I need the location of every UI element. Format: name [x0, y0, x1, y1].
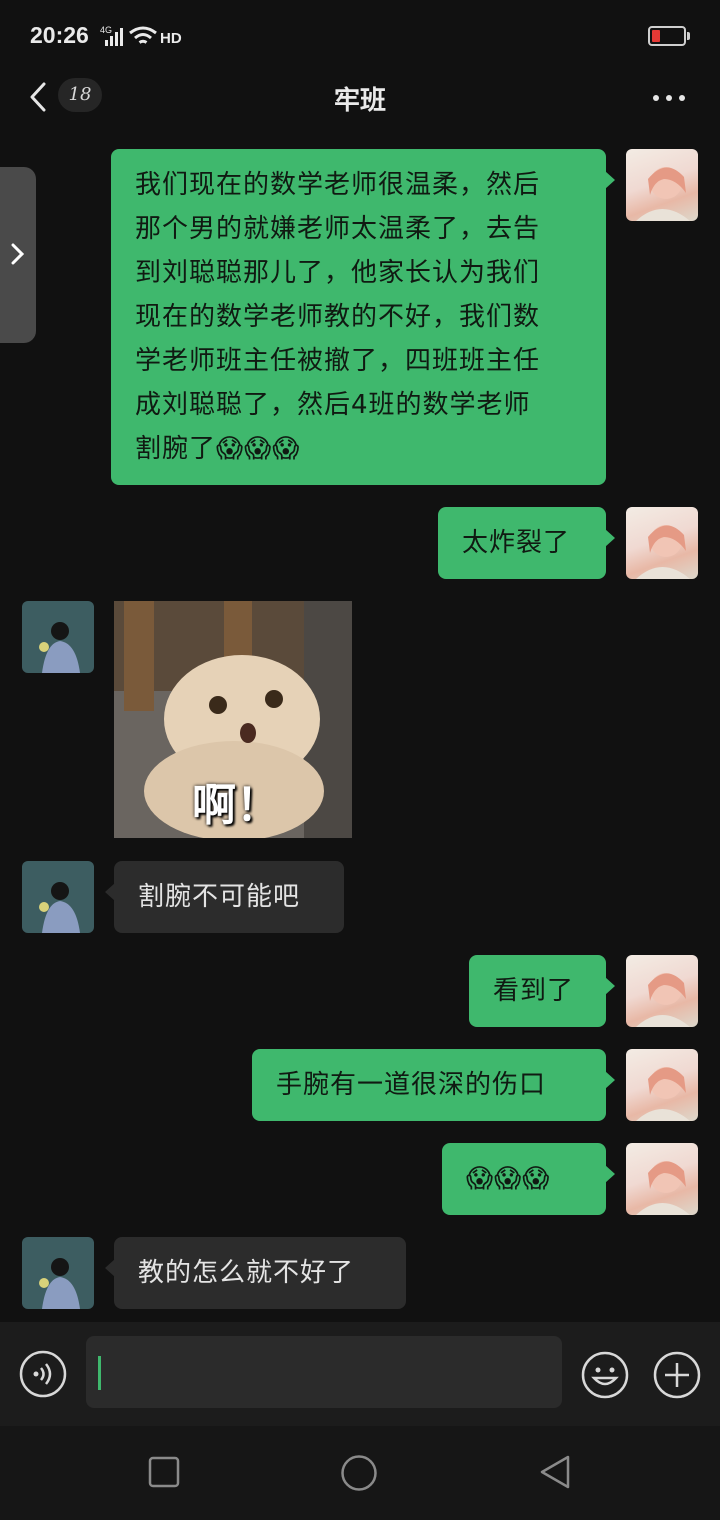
- message-bubble-friend[interactable]: 割腕不可能吧: [105, 861, 344, 933]
- plus-icon[interactable]: [652, 1350, 702, 1400]
- chevron-right-icon: [11, 243, 25, 265]
- status-bar: 20:26 4G HD: [0, 0, 720, 72]
- message-line: 我们现在的数学老师很温柔，然后: [135, 170, 541, 200]
- message-bubble-self[interactable]: 😱😱😱: [442, 1143, 615, 1215]
- message-text: 手腕有一道很深的伤口: [276, 1070, 547, 1100]
- message-bubble-self[interactable]: 我们现在的数学老师很温柔，然后 那个男的就嫌老师太温柔了，去告 到刘聪聪那儿了，…: [111, 149, 615, 485]
- status-time: 20:26: [30, 22, 89, 48]
- message-bubble-friend[interactable]: 教的怎么就不好了: [105, 1237, 406, 1309]
- voice-icon[interactable]: [19, 1350, 67, 1398]
- message-input[interactable]: [86, 1336, 562, 1408]
- friend-avatar[interactable]: [22, 601, 94, 673]
- message-line: 现在的数学老师教的不好，我们数: [135, 302, 541, 332]
- sticker-caption: 啊！: [192, 780, 280, 831]
- self-avatar[interactable]: [626, 507, 698, 579]
- unread-count-badge[interactable]: 18: [58, 78, 102, 112]
- emoji-icon[interactable]: [580, 1350, 630, 1400]
- friend-avatar[interactable]: [22, 1237, 94, 1309]
- message-text: 教的怎么就不好了: [138, 1258, 355, 1288]
- text-cursor: [98, 1356, 101, 1390]
- scared-cat-sticker[interactable]: 啊！: [114, 601, 352, 838]
- self-avatar[interactable]: [626, 955, 698, 1027]
- self-avatar[interactable]: [626, 149, 698, 221]
- recent-apps-icon[interactable]: [148, 1456, 180, 1488]
- side-drawer-tab[interactable]: [0, 167, 36, 343]
- message-line: 成刘聪聪了，然后4班的数学老师: [135, 390, 531, 420]
- message-bubble-self[interactable]: 手腕有一道很深的伤口: [252, 1049, 615, 1121]
- chat-header: 18 牢班: [0, 72, 720, 132]
- self-avatar[interactable]: [626, 1143, 698, 1215]
- signal-icon: [105, 28, 123, 46]
- battery-tip: [687, 32, 690, 40]
- more-dots-icon[interactable]: [652, 94, 686, 102]
- chevron-left-icon[interactable]: [24, 82, 54, 112]
- chat-title: 牢班: [333, 86, 386, 116]
- wifi-icon: [129, 26, 157, 44]
- friend-avatar[interactable]: [22, 861, 94, 933]
- hd-label: HD: [160, 30, 182, 47]
- battery-icon: [648, 26, 686, 46]
- message-line: 割腕了😱😱😱: [135, 434, 301, 464]
- message-text: 看到了: [493, 976, 575, 1006]
- message-text: 😱😱😱: [466, 1164, 551, 1194]
- system-nav-bar: [0, 1426, 720, 1520]
- home-icon[interactable]: [340, 1454, 378, 1492]
- message-bubble-self[interactable]: 太炸裂了: [438, 507, 615, 579]
- message-text: 太炸裂了: [462, 528, 571, 558]
- self-avatar[interactable]: [626, 1049, 698, 1121]
- message-line: 那个男的就嫌老师太温柔了，去告: [135, 214, 541, 244]
- message-line: 学老师班主任被撤了，四班班主任: [135, 346, 541, 376]
- input-bar: [0, 1322, 720, 1426]
- message-bubble-self[interactable]: 看到了: [469, 955, 615, 1027]
- message-line: 到刘聪聪那儿了，他家长认为我们: [135, 258, 541, 288]
- nav-back-icon[interactable]: [538, 1454, 572, 1490]
- message-text: 割腕不可能吧: [138, 882, 301, 912]
